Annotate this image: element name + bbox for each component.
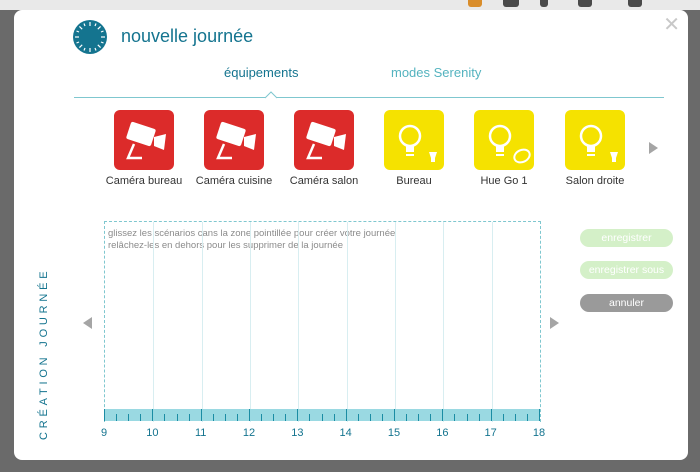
ruler-tick <box>200 409 202 421</box>
close-icon[interactable]: ✕ <box>663 15 680 35</box>
timeline-gridline <box>346 222 348 422</box>
timeline-gridline <box>395 222 396 422</box>
active-tab-indicator <box>265 91 277 99</box>
ruler-tick <box>116 414 118 421</box>
device-light-salon-droite[interactable]: Salon droite <box>550 110 640 187</box>
ruler-tick <box>236 414 238 421</box>
ruler-tick <box>454 414 456 421</box>
timeline-ruler <box>104 409 540 421</box>
ruler-tick <box>333 414 335 421</box>
ruler-tick <box>309 414 311 421</box>
warning-icon <box>468 0 482 7</box>
tab-divider <box>74 97 664 98</box>
timeline-drop-zone[interactable]: glissez les scénarios cans la zone point… <box>104 221 541 422</box>
timeline-hint: glissez les scénarios cans la zone point… <box>108 228 396 239</box>
timeline-gridline <box>201 222 203 422</box>
ruler-tick <box>176 414 178 421</box>
ruler-tick <box>104 409 105 421</box>
ruler-tick <box>430 414 432 421</box>
hour-label: 16 <box>436 427 449 439</box>
save-as-button[interactable]: enregistrer sous <box>580 261 673 279</box>
ruler-tick <box>164 414 166 421</box>
device-label: Caméra salon <box>289 175 359 187</box>
ruler-tick <box>406 414 408 421</box>
light-bulb-icon <box>565 110 625 170</box>
device-camera-cuisine[interactable]: Caméra cuisine <box>189 110 279 187</box>
cancel-button[interactable]: annuler <box>580 294 673 312</box>
ruler-tick <box>261 414 263 421</box>
device-light-bureau[interactable]: Bureau <box>369 110 459 187</box>
hour-label: 18 <box>532 427 546 439</box>
ruler-tick <box>381 414 383 421</box>
save-button[interactable]: enregistrer <box>580 229 673 247</box>
ruler-tick <box>478 414 480 421</box>
tab-modes-serenity[interactable]: modes Serenity <box>391 65 481 80</box>
ruler-tick <box>514 414 516 421</box>
ruler-tick <box>502 414 504 421</box>
hour-label: 12 <box>242 427 256 439</box>
device-camera-salon[interactable]: Caméra salon <box>279 110 369 187</box>
ruler-tick <box>345 409 347 421</box>
ruler-tick <box>490 409 492 421</box>
ruler-tick <box>152 409 154 421</box>
timeline-hint: relâchez-les en dehors pour les supprime… <box>108 240 343 251</box>
timeline-gridline <box>491 222 493 422</box>
toolbar-icon <box>578 0 592 7</box>
ruler-tick <box>297 409 299 421</box>
timeline-gridline <box>443 222 445 422</box>
device-camera-bureau[interactable]: Caméra bureau <box>99 110 189 187</box>
hour-label: 13 <box>291 427 304 439</box>
timeline-gridline <box>298 222 300 422</box>
ruler-tick <box>140 414 142 421</box>
ruler-tick <box>212 414 214 421</box>
device-label: Bureau <box>396 175 432 187</box>
ruler-tick <box>394 409 395 421</box>
hour-label: 10 <box>146 427 159 439</box>
camera-icon <box>114 110 174 170</box>
timeline-gridline <box>250 222 251 422</box>
hour-label: 17 <box>484 427 497 439</box>
timeline-gridline <box>153 222 155 422</box>
ruler-tick <box>442 409 444 421</box>
timeline-previous-arrow-icon[interactable] <box>83 317 92 329</box>
status-icon <box>503 0 519 7</box>
hour-label: 11 <box>194 427 207 439</box>
camera-icon <box>294 110 354 170</box>
new-day-dialog: ✕ nouvelle journée équipements modes Ser… <box>14 10 688 460</box>
device-label: Salon droite <box>565 175 625 187</box>
ruler-tick <box>321 414 323 421</box>
ruler-tick <box>224 414 226 421</box>
light-bulb-icon <box>384 110 444 170</box>
toolbar-icon <box>628 0 642 7</box>
device-label: Caméra bureau <box>105 175 183 187</box>
ruler-tick <box>273 414 275 421</box>
ruler-tick <box>539 409 540 421</box>
background-window-strip <box>0 0 700 10</box>
device-label: Hue Go 1 <box>480 175 528 187</box>
clock-icon <box>73 20 107 54</box>
toolbar-icon <box>540 0 548 7</box>
ruler-tick <box>418 414 420 421</box>
ruler-tick <box>369 414 371 421</box>
next-devices-arrow-icon[interactable] <box>649 142 658 154</box>
ruler-tick <box>285 414 287 421</box>
hour-label: 14 <box>339 427 352 439</box>
device-label: Caméra cuisine <box>195 175 273 187</box>
ruler-tick <box>249 409 250 421</box>
ruler-tick <box>466 414 468 421</box>
timeline-next-arrow-icon[interactable] <box>550 317 559 329</box>
hour-label: 15 <box>387 427 401 439</box>
tab-equipements[interactable]: équipements <box>224 65 298 80</box>
vertical-section-title: CRÉATION JOURNÉE <box>38 267 50 440</box>
ruler-tick <box>188 414 190 421</box>
camera-icon <box>204 110 264 170</box>
hour-label: 9 <box>100 427 108 439</box>
hue-go-light-icon <box>474 110 534 170</box>
ruler-tick <box>357 414 359 421</box>
ruler-tick <box>128 414 130 421</box>
dialog-title: nouvelle journée <box>121 26 254 46</box>
device-light-hue-go-1[interactable]: Hue Go 1 <box>459 110 549 187</box>
ruler-tick <box>526 414 528 421</box>
